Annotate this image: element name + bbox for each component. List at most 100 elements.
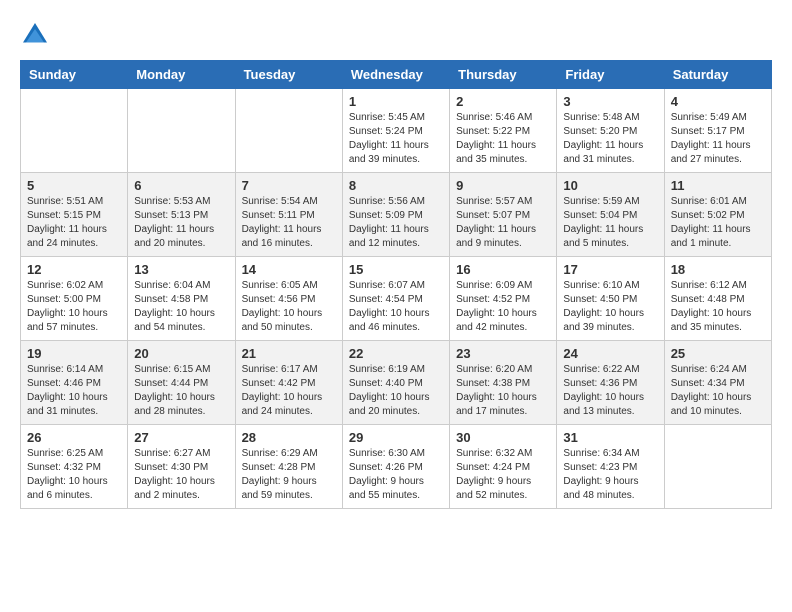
calendar-cell: 30 Sunrise: 6:32 AM Sunset: 4:24 PM Dayli… xyxy=(450,425,557,509)
calendar-cell: 19 Sunrise: 6:14 AM Sunset: 4:46 PM Dayli… xyxy=(21,341,128,425)
calendar-cell: 27Sunrise: 6:27 AM Sunset: 4:30 PM Dayli… xyxy=(128,425,235,509)
weekday-header-row: SundayMondayTuesdayWednesdayThursdayFrid… xyxy=(21,61,772,89)
day-info: Sunrise: 6:05 AM Sunset: 4:56 PM Dayligh… xyxy=(242,279,336,335)
calendar-cell: 10 Sunrise: 5:59 AM Sunset: 5:04 PM Dayli… xyxy=(557,173,664,257)
calendar-cell: 20 Sunrise: 6:15 AM Sunset: 4:44 PM Dayli… xyxy=(128,341,235,425)
day-info: Sunrise: 6:29 AM Sunset: 4:28 PM Dayligh… xyxy=(242,447,336,503)
day-number: 25 xyxy=(671,346,765,361)
day-info: Sunrise: 5:57 AM Sunset: 5:07 PM Dayligh… xyxy=(456,195,550,251)
day-info: Sunrise: 6:10 AM Sunset: 4:50 PM Dayligh… xyxy=(563,279,657,335)
day-number: 14 xyxy=(242,262,336,277)
page: SundayMondayTuesdayWednesdayThursdayFrid… xyxy=(0,0,792,519)
day-info: Sunrise: 6:34 AM Sunset: 4:23 PM Dayligh… xyxy=(563,447,657,503)
calendar-cell: 7 Sunrise: 5:54 AM Sunset: 5:11 PM Daylig… xyxy=(235,173,342,257)
day-number: 8 xyxy=(349,178,443,193)
calendar-cell: 28 Sunrise: 6:29 AM Sunset: 4:28 PM Dayli… xyxy=(235,425,342,509)
weekday-header-thursday: Thursday xyxy=(450,61,557,89)
day-number: 17 xyxy=(563,262,657,277)
day-info: Sunrise: 5:48 AM Sunset: 5:20 PM Dayligh… xyxy=(563,111,657,167)
day-info: Sunrise: 6:30 AM Sunset: 4:26 PM Dayligh… xyxy=(349,447,443,503)
calendar-cell xyxy=(235,89,342,173)
calendar-cell: 8 Sunrise: 5:56 AM Sunset: 5:09 PM Daylig… xyxy=(342,173,449,257)
calendar-week-row: 1Sunrise: 5:45 AM Sunset: 5:24 PM Daylig… xyxy=(21,89,772,173)
weekday-header-wednesday: Wednesday xyxy=(342,61,449,89)
day-number: 15 xyxy=(349,262,443,277)
day-info: Sunrise: 6:25 AM Sunset: 4:32 PM Dayligh… xyxy=(27,447,121,503)
weekday-header-saturday: Saturday xyxy=(664,61,771,89)
day-number: 19 xyxy=(27,346,121,361)
day-info: Sunrise: 6:22 AM Sunset: 4:36 PM Dayligh… xyxy=(563,363,657,419)
day-info: Sunrise: 6:12 AM Sunset: 4:48 PM Dayligh… xyxy=(671,279,765,335)
day-number: 16 xyxy=(456,262,550,277)
day-number: 9 xyxy=(456,178,550,193)
calendar-cell: 9 Sunrise: 5:57 AM Sunset: 5:07 PM Daylig… xyxy=(450,173,557,257)
calendar-cell: 16Sunrise: 6:09 AM Sunset: 4:52 PM Dayli… xyxy=(450,257,557,341)
day-number: 22 xyxy=(349,346,443,361)
day-number: 31 xyxy=(563,430,657,445)
logo-icon xyxy=(20,20,50,50)
day-info: Sunrise: 5:54 AM Sunset: 5:11 PM Dayligh… xyxy=(242,195,336,251)
calendar-cell: 18 Sunrise: 6:12 AM Sunset: 4:48 PM Dayli… xyxy=(664,257,771,341)
day-number: 12 xyxy=(27,262,121,277)
calendar-cell: 1Sunrise: 5:45 AM Sunset: 5:24 PM Daylig… xyxy=(342,89,449,173)
weekday-header-sunday: Sunday xyxy=(21,61,128,89)
day-info: Sunrise: 5:45 AM Sunset: 5:24 PM Dayligh… xyxy=(349,111,443,167)
day-info: Sunrise: 5:46 AM Sunset: 5:22 PM Dayligh… xyxy=(456,111,550,167)
calendar-cell: 17 Sunrise: 6:10 AM Sunset: 4:50 PM Dayli… xyxy=(557,257,664,341)
calendar-cell: 23 Sunrise: 6:20 AM Sunset: 4:38 PM Dayli… xyxy=(450,341,557,425)
calendar-cell: 2 Sunrise: 5:46 AM Sunset: 5:22 PM Daylig… xyxy=(450,89,557,173)
day-number: 18 xyxy=(671,262,765,277)
day-number: 4 xyxy=(671,94,765,109)
calendar-cell xyxy=(21,89,128,173)
day-info: Sunrise: 5:53 AM Sunset: 5:13 PM Dayligh… xyxy=(134,195,228,251)
calendar-cell: 29 Sunrise: 6:30 AM Sunset: 4:26 PM Dayli… xyxy=(342,425,449,509)
day-number: 20 xyxy=(134,346,228,361)
day-number: 10 xyxy=(563,178,657,193)
day-info: Sunrise: 6:01 AM Sunset: 5:02 PM Dayligh… xyxy=(671,195,765,251)
day-number: 28 xyxy=(242,430,336,445)
day-info: Sunrise: 6:32 AM Sunset: 4:24 PM Dayligh… xyxy=(456,447,550,503)
calendar: SundayMondayTuesdayWednesdayThursdayFrid… xyxy=(20,60,772,509)
day-info: Sunrise: 5:49 AM Sunset: 5:17 PM Dayligh… xyxy=(671,111,765,167)
day-number: 7 xyxy=(242,178,336,193)
day-number: 26 xyxy=(27,430,121,445)
calendar-cell: 22 Sunrise: 6:19 AM Sunset: 4:40 PM Dayli… xyxy=(342,341,449,425)
day-info: Sunrise: 6:02 AM Sunset: 5:00 PM Dayligh… xyxy=(27,279,121,335)
calendar-week-row: 5Sunrise: 5:51 AM Sunset: 5:15 PM Daylig… xyxy=(21,173,772,257)
day-info: Sunrise: 5:56 AM Sunset: 5:09 PM Dayligh… xyxy=(349,195,443,251)
day-number: 13 xyxy=(134,262,228,277)
day-info: Sunrise: 5:51 AM Sunset: 5:15 PM Dayligh… xyxy=(27,195,121,251)
day-number: 11 xyxy=(671,178,765,193)
calendar-cell: 11 Sunrise: 6:01 AM Sunset: 5:02 PM Dayli… xyxy=(664,173,771,257)
day-info: Sunrise: 6:27 AM Sunset: 4:30 PM Dayligh… xyxy=(134,447,228,503)
day-info: Sunrise: 5:59 AM Sunset: 5:04 PM Dayligh… xyxy=(563,195,657,251)
calendar-cell: 26 Sunrise: 6:25 AM Sunset: 4:32 PM Dayli… xyxy=(21,425,128,509)
calendar-week-row: 19 Sunrise: 6:14 AM Sunset: 4:46 PM Dayli… xyxy=(21,341,772,425)
day-number: 3 xyxy=(563,94,657,109)
calendar-cell: 24 Sunrise: 6:22 AM Sunset: 4:36 PM Dayli… xyxy=(557,341,664,425)
calendar-cell: 6Sunrise: 5:53 AM Sunset: 5:13 PM Daylig… xyxy=(128,173,235,257)
weekday-header-friday: Friday xyxy=(557,61,664,89)
calendar-cell: 21Sunrise: 6:17 AM Sunset: 4:42 PM Dayli… xyxy=(235,341,342,425)
day-number: 24 xyxy=(563,346,657,361)
calendar-week-row: 26 Sunrise: 6:25 AM Sunset: 4:32 PM Dayli… xyxy=(21,425,772,509)
day-number: 30 xyxy=(456,430,550,445)
weekday-header-tuesday: Tuesday xyxy=(235,61,342,89)
day-number: 29 xyxy=(349,430,443,445)
day-info: Sunrise: 6:07 AM Sunset: 4:54 PM Dayligh… xyxy=(349,279,443,335)
calendar-cell xyxy=(128,89,235,173)
day-number: 21 xyxy=(242,346,336,361)
day-info: Sunrise: 6:15 AM Sunset: 4:44 PM Dayligh… xyxy=(134,363,228,419)
day-info: Sunrise: 6:14 AM Sunset: 4:46 PM Dayligh… xyxy=(27,363,121,419)
day-number: 23 xyxy=(456,346,550,361)
calendar-cell xyxy=(664,425,771,509)
calendar-cell: 12 Sunrise: 6:02 AM Sunset: 5:00 PM Dayli… xyxy=(21,257,128,341)
header-area xyxy=(20,20,772,50)
calendar-cell: 4 Sunrise: 5:49 AM Sunset: 5:17 PM Daylig… xyxy=(664,89,771,173)
day-number: 2 xyxy=(456,94,550,109)
day-info: Sunrise: 6:19 AM Sunset: 4:40 PM Dayligh… xyxy=(349,363,443,419)
calendar-cell: 3 Sunrise: 5:48 AM Sunset: 5:20 PM Daylig… xyxy=(557,89,664,173)
day-info: Sunrise: 6:20 AM Sunset: 4:38 PM Dayligh… xyxy=(456,363,550,419)
calendar-cell: 15 Sunrise: 6:07 AM Sunset: 4:54 PM Dayli… xyxy=(342,257,449,341)
day-info: Sunrise: 6:04 AM Sunset: 4:58 PM Dayligh… xyxy=(134,279,228,335)
